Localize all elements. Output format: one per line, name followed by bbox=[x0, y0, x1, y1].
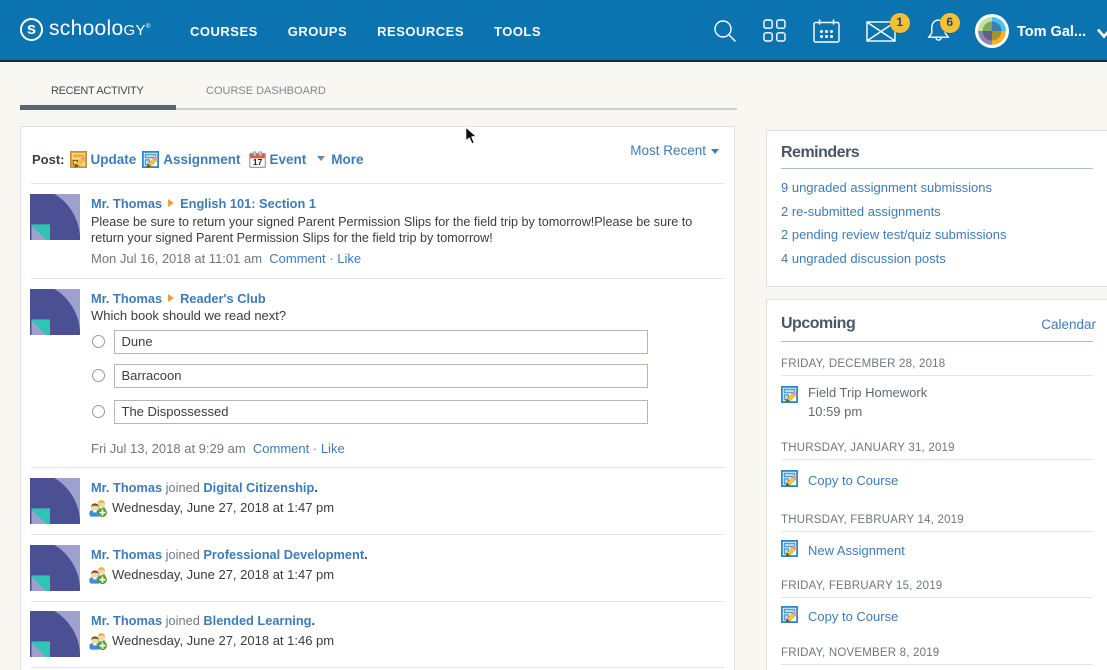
svg-text:17: 17 bbox=[252, 157, 262, 167]
